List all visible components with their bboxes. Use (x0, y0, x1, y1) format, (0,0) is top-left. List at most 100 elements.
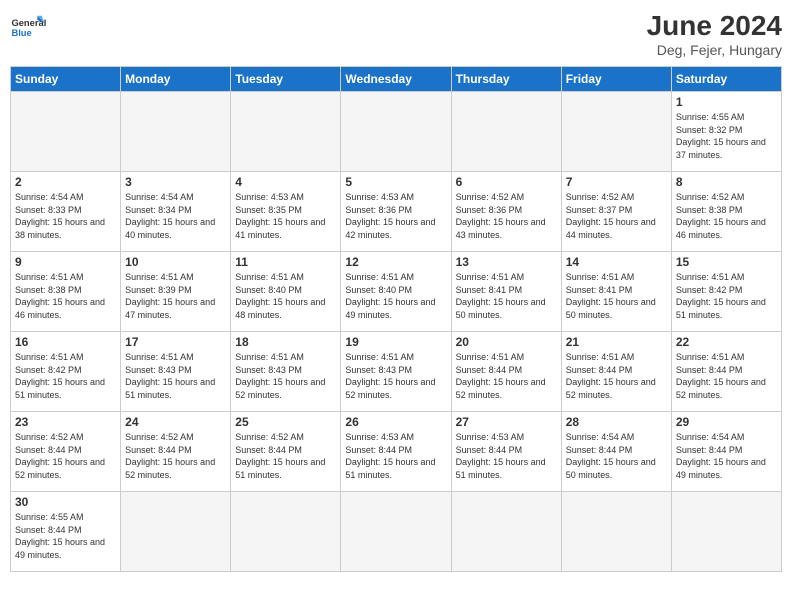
table-row: 4 Sunrise: 4:53 AMSunset: 8:35 PMDaylight… (231, 172, 341, 252)
day-number: 4 (235, 175, 336, 189)
day-number: 1 (676, 95, 777, 109)
day-number: 18 (235, 335, 336, 349)
table-row: 3 Sunrise: 4:54 AMSunset: 8:34 PMDaylight… (121, 172, 231, 252)
logo-icon: General Blue (10, 10, 46, 46)
day-info: Sunrise: 4:54 AMSunset: 8:34 PMDaylight:… (125, 191, 226, 241)
table-row: 5Sunrise: 4:53 AMSunset: 8:36 PMDaylight… (341, 172, 451, 252)
empty-cell (231, 492, 341, 572)
empty-cell (121, 492, 231, 572)
table-row: 14 Sunrise: 4:51 AMSunset: 8:41 PMDayligh… (561, 252, 671, 332)
table-row: 20 Sunrise: 4:51 AMSunset: 8:44 PMDayligh… (451, 332, 561, 412)
day-info: Sunrise: 4:51 AMSunset: 8:44 PMDaylight:… (566, 351, 667, 401)
table-row: 26Sunrise: 4:53 AMSunset: 8:44 PMDayligh… (341, 412, 451, 492)
day-info: Sunrise: 4:51 AMSunset: 8:44 PMDaylight:… (676, 351, 777, 401)
day-info: Sunrise: 4:55 AMSunset: 8:44 PMDaylight:… (15, 511, 116, 561)
table-row: 15 Sunrise: 4:51 AMSunset: 8:42 PMDayligh… (671, 252, 781, 332)
header-monday: Monday (121, 67, 231, 92)
day-number: 6 (456, 175, 557, 189)
day-number: 17 (125, 335, 226, 349)
day-number: 9 (15, 255, 116, 269)
table-row: 9 Sunrise: 4:51 AMSunset: 8:38 PMDaylight… (11, 252, 121, 332)
table-row: 7Sunrise: 4:52 AMSunset: 8:37 PMDaylight… (561, 172, 671, 252)
day-number: 2 (15, 175, 116, 189)
day-info: Sunrise: 4:53 AMSunset: 8:44 PMDaylight:… (345, 431, 446, 481)
day-info: Sunrise: 4:52 AMSunset: 8:44 PMDaylight:… (15, 431, 116, 481)
calendar-week-row: 9 Sunrise: 4:51 AMSunset: 8:38 PMDaylight… (11, 252, 782, 332)
table-row: 25 Sunrise: 4:52 AMSunset: 8:44 PMDayligh… (231, 412, 341, 492)
day-info: Sunrise: 4:54 AMSunset: 8:33 PMDaylight:… (15, 191, 116, 241)
day-number: 14 (566, 255, 667, 269)
table-row: 1 Sunrise: 4:55 AMSunset: 8:32 PMDaylight… (671, 92, 781, 172)
day-info: Sunrise: 4:51 AMSunset: 8:38 PMDaylight:… (15, 271, 116, 321)
day-number: 15 (676, 255, 777, 269)
table-row: 23 Sunrise: 4:52 AMSunset: 8:44 PMDayligh… (11, 412, 121, 492)
day-number: 11 (235, 255, 336, 269)
svg-text:Blue: Blue (11, 28, 31, 38)
calendar-week-row: 1 Sunrise: 4:55 AMSunset: 8:32 PMDaylight… (11, 92, 782, 172)
empty-cell (451, 92, 561, 172)
day-number: 10 (125, 255, 226, 269)
day-number: 12 (345, 255, 446, 269)
header-wednesday: Wednesday (341, 67, 451, 92)
empty-cell (451, 492, 561, 572)
calendar: Sunday Monday Tuesday Wednesday Thursday… (10, 66, 782, 572)
day-info: Sunrise: 4:51 AMSunset: 8:42 PMDaylight:… (15, 351, 116, 401)
header-tuesday: Tuesday (231, 67, 341, 92)
day-info: Sunrise: 4:51 AMSunset: 8:42 PMDaylight:… (676, 271, 777, 321)
table-row: 11Sunrise: 4:51 AMSunset: 8:40 PMDayligh… (231, 252, 341, 332)
title-area: June 2024 Deg, Fejer, Hungary (647, 10, 782, 58)
calendar-week-row: 16 Sunrise: 4:51 AMSunset: 8:42 PMDayligh… (11, 332, 782, 412)
day-info: Sunrise: 4:51 AMSunset: 8:41 PMDaylight:… (456, 271, 557, 321)
day-info: Sunrise: 4:51 AMSunset: 8:41 PMDaylight:… (566, 271, 667, 321)
header-friday: Friday (561, 67, 671, 92)
day-number: 27 (456, 415, 557, 429)
table-row: 16 Sunrise: 4:51 AMSunset: 8:42 PMDayligh… (11, 332, 121, 412)
table-row: 8Sunrise: 4:52 AMSunset: 8:38 PMDaylight… (671, 172, 781, 252)
table-row: 22Sunrise: 4:51 AMSunset: 8:44 PMDayligh… (671, 332, 781, 412)
day-info: Sunrise: 4:51 AMSunset: 8:43 PMDaylight:… (345, 351, 446, 401)
table-row: 21 Sunrise: 4:51 AMSunset: 8:44 PMDayligh… (561, 332, 671, 412)
day-number: 20 (456, 335, 557, 349)
day-info: Sunrise: 4:51 AMSunset: 8:39 PMDaylight:… (125, 271, 226, 321)
empty-cell (11, 92, 121, 172)
table-row: 13Sunrise: 4:51 AMSunset: 8:41 PMDayligh… (451, 252, 561, 332)
day-number: 28 (566, 415, 667, 429)
day-number: 16 (15, 335, 116, 349)
table-row: 2 Sunrise: 4:54 AMSunset: 8:33 PMDaylight… (11, 172, 121, 252)
table-row: 18Sunrise: 4:51 AMSunset: 8:43 PMDayligh… (231, 332, 341, 412)
location-subtitle: Deg, Fejer, Hungary (647, 42, 782, 58)
empty-cell (561, 92, 671, 172)
calendar-week-row: 23 Sunrise: 4:52 AMSunset: 8:44 PMDayligh… (11, 412, 782, 492)
day-number: 23 (15, 415, 116, 429)
header-sunday: Sunday (11, 67, 121, 92)
empty-cell (341, 92, 451, 172)
day-info: Sunrise: 4:51 AMSunset: 8:44 PMDaylight:… (456, 351, 557, 401)
day-info: Sunrise: 4:52 AMSunset: 8:44 PMDaylight:… (125, 431, 226, 481)
day-number: 8 (676, 175, 777, 189)
empty-cell (231, 92, 341, 172)
table-row: 29Sunrise: 4:54 AMSunset: 8:44 PMDayligh… (671, 412, 781, 492)
header-thursday: Thursday (451, 67, 561, 92)
table-row: 28 Sunrise: 4:54 AMSunset: 8:44 PMDayligh… (561, 412, 671, 492)
day-info: Sunrise: 4:54 AMSunset: 8:44 PMDaylight:… (566, 431, 667, 481)
logo: General Blue (10, 10, 46, 46)
day-info: Sunrise: 4:52 AMSunset: 8:44 PMDaylight:… (235, 431, 336, 481)
table-row: 6Sunrise: 4:52 AMSunset: 8:36 PMDaylight… (451, 172, 561, 252)
day-info: Sunrise: 4:53 AMSunset: 8:35 PMDaylight:… (235, 191, 336, 241)
header-saturday: Saturday (671, 67, 781, 92)
day-info: Sunrise: 4:51 AMSunset: 8:40 PMDaylight:… (345, 271, 446, 321)
day-number: 3 (125, 175, 226, 189)
page-title: June 2024 (647, 10, 782, 42)
table-row: 24Sunrise: 4:52 AMSunset: 8:44 PMDayligh… (121, 412, 231, 492)
day-info: Sunrise: 4:51 AMSunset: 8:43 PMDaylight:… (125, 351, 226, 401)
empty-cell (671, 492, 781, 572)
day-number: 30 (15, 495, 116, 509)
day-number: 29 (676, 415, 777, 429)
day-info: Sunrise: 4:55 AMSunset: 8:32 PMDaylight:… (676, 111, 777, 161)
day-number: 25 (235, 415, 336, 429)
table-row: 27Sunrise: 4:53 AMSunset: 8:44 PMDayligh… (451, 412, 561, 492)
day-number: 21 (566, 335, 667, 349)
day-number: 5 (345, 175, 446, 189)
table-row: 30 Sunrise: 4:55 AMSunset: 8:44 PMDayligh… (11, 492, 121, 572)
empty-cell (121, 92, 231, 172)
